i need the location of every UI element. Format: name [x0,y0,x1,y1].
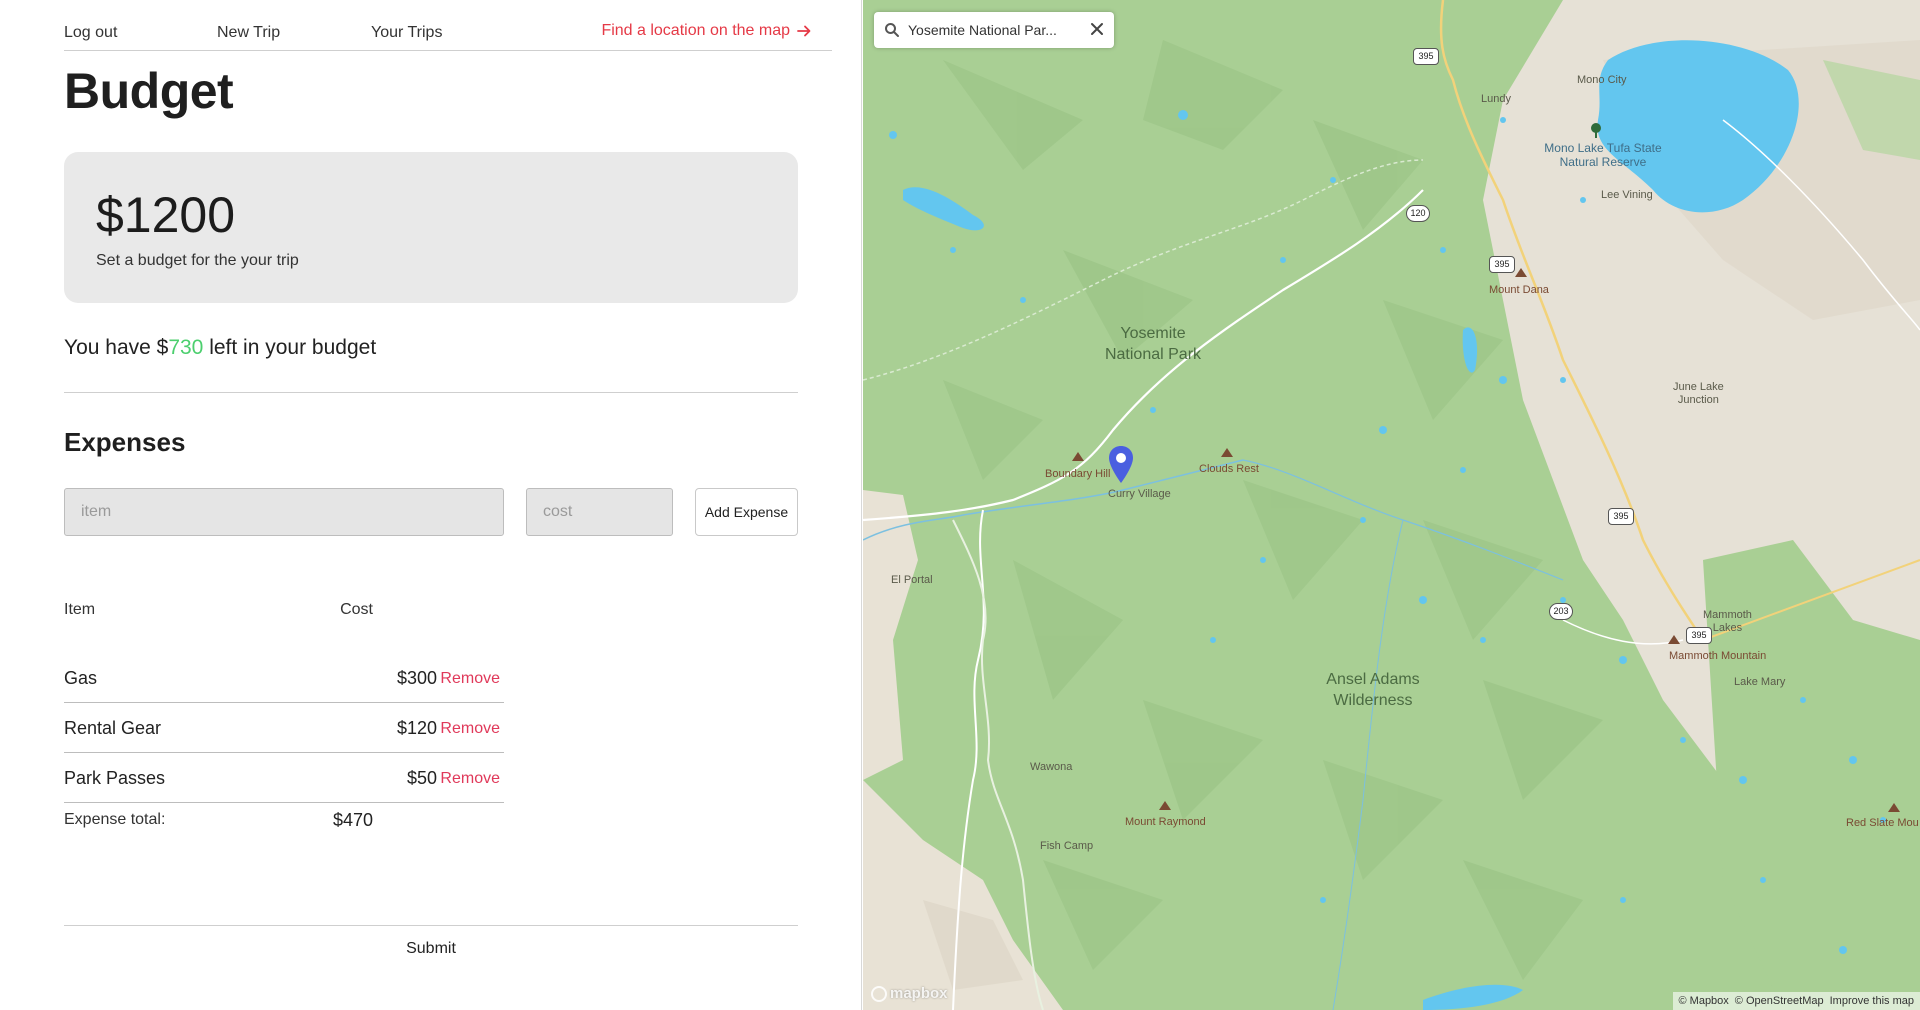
map-label: Boundary Hill [1045,468,1111,480]
map-label: June Lake Junction [1673,381,1724,407]
map-label: Clouds Rest [1199,463,1259,475]
item-input[interactable] [64,488,504,536]
improve-map-link[interactable]: Improve this map [1830,995,1914,1007]
map-label: Mono City [1577,74,1627,86]
map-label-line: June Lake [1673,381,1724,393]
logout-link[interactable]: Log out [64,24,117,42]
remove-button[interactable]: Remove [440,720,500,738]
map-label-line: Lakes [1712,622,1743,634]
expenses-heading: Expenses [64,427,186,457]
remove-button[interactable]: Remove [440,670,500,688]
mapbox-logo-icon [871,985,887,1002]
cost-input[interactable] [526,488,673,536]
highway-shield: 395 [1489,256,1515,273]
close-icon[interactable] [1088,20,1106,38]
expense-total-label: Expense total: [64,811,166,828]
mapbox-logo-text: mapbox [890,985,948,1002]
map-terrain [863,0,1920,1010]
expense-row: Gas $300 Remove [64,653,504,703]
map-attribution: © Mapbox © OpenStreetMap Improve this ma… [1672,992,1920,1010]
map-label: Curry Village [1108,488,1171,500]
divider [64,392,798,393]
budget-subtitle: Set a budget for the your trip [96,252,299,269]
peak-icon [1888,803,1900,812]
peak-icon [1668,635,1680,644]
map-label: Red Slate Mou [1846,817,1919,829]
map-label: Lake Mary [1734,676,1786,688]
new-trip-link[interactable]: New Trip [217,24,280,42]
map-label: Yosemite National Park [1098,323,1208,365]
arrow-right-icon [797,25,811,37]
expense-cost: $300 [396,668,437,688]
expense-cost: $120 [396,718,437,738]
divider [64,925,798,926]
map-label: Lee Vining [1601,189,1653,201]
search-icon [885,23,899,37]
add-expense-button[interactable]: Add Expense [695,488,798,536]
map-label: Ansel Adams Wilderness [1313,669,1433,711]
remaining-suffix: left in your budget [203,336,377,359]
attribution-mapbox-link[interactable]: © Mapbox [1679,995,1729,1007]
map-label: Lundy [1481,93,1511,105]
budget-panel: Log out New Trip Your Trips Find a locat… [0,0,862,1010]
map-label: Mount Dana [1489,284,1549,296]
map-label: Mammoth Lakes [1703,609,1752,635]
map-label: Mount Raymond [1125,816,1206,828]
highway-shield: 203 [1549,603,1573,620]
mapbox-logo[interactable]: mapbox [871,985,948,1002]
column-header-item: Item [64,601,96,618]
row-divider [64,802,504,803]
budget-card[interactable]: $1200 Set a budget for the your trip [64,152,798,303]
map-search-input[interactable] [908,18,1076,42]
map-label: Mono Lake Tufa State Natural Reserve [1544,141,1662,169]
find-location-label: Find a location on the map [601,22,790,39]
remaining-prefix: You have $ [64,336,169,359]
location-pin-icon[interactable] [1107,445,1135,485]
map-label: Wawona [1030,761,1073,773]
peak-icon [1159,801,1171,810]
find-location-link[interactable]: Find a location on the map [601,22,812,40]
highway-shield: 395 [1413,48,1439,65]
remaining-value: 730 [168,336,204,359]
budget-amount: $1200 [96,187,236,243]
map-canvas[interactable]: 395 120 395 395 203 395 Mono City Lundy … [863,0,1920,1010]
column-header-cost: Cost [340,601,373,618]
map-label-line: Ansel Adams [1326,671,1420,688]
map-label-line: Wilderness [1333,692,1413,709]
remove-button[interactable]: Remove [440,770,500,788]
tree-icon [1591,123,1601,138]
expense-name: Park Passes [64,768,166,788]
map-search-box [874,12,1114,48]
peak-icon [1072,452,1084,461]
expense-cost: $50 [406,768,437,788]
submit-button[interactable]: Submit [64,940,798,958]
map-label-line: National Park [1104,346,1202,363]
page-title: Budget [64,63,234,119]
top-nav: Log out New Trip Your Trips Find a locat… [64,0,832,51]
map-label: Fish Camp [1040,840,1094,852]
attribution-osm-link[interactable]: © OpenStreetMap [1735,995,1824,1007]
expense-name: Rental Gear [64,718,162,738]
highway-shield: 120 [1406,205,1430,222]
peak-icon [1221,448,1233,457]
your-trips-link[interactable]: Your Trips [371,24,442,42]
expense-total-value: $470 [332,810,373,830]
map-label-line: Mammoth [1703,609,1752,621]
expense-row: Park Passes $50 Remove [64,753,504,803]
expense-name: Gas [64,668,98,688]
map-label-line: Junction [1677,394,1719,406]
highway-shield: 395 [1608,508,1634,525]
expense-row: Rental Gear $120 Remove [64,703,504,753]
map-label: El Portal [891,574,933,586]
remaining-budget-text: You have $730 left in your budget [64,336,376,360]
map-label: Mammoth Mountain [1669,650,1767,662]
map-label-line: Yosemite [1120,325,1186,342]
peak-icon [1515,268,1527,277]
